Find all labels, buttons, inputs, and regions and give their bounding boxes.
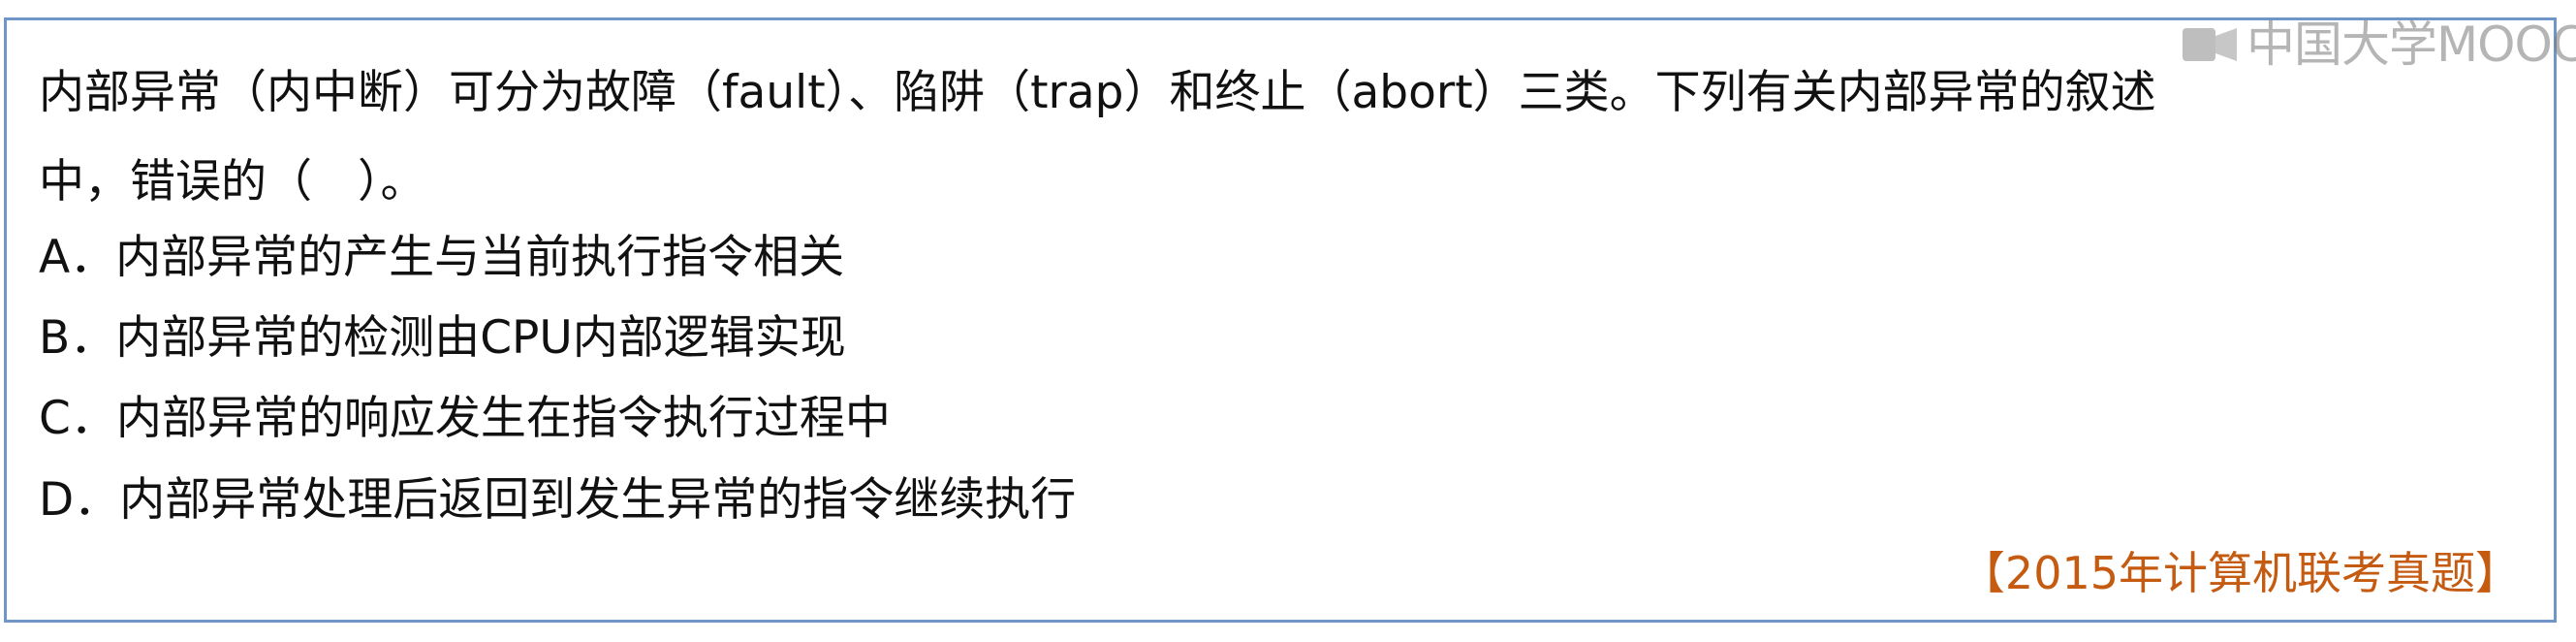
source-citation: 【2015年计算机联考真题】 [1960,547,2520,599]
stem-line-1: 内部异常（内中断）可分为故障（fault）、陷阱（trap）和终止（abort）… [39,66,2156,119]
option-b: B．内部异常的检测由CPU内部逻辑实现 [39,311,846,365]
option-d: D．内部异常处理后返回到发生异常的指令继续执行 [39,473,1077,527]
option-c: C．内部异常的响应发生在指令执行过程中 [39,392,891,445]
question-stem: 内部异常（内中断）可分为故障（fault）、陷阱（trap）和终止（abort）… [39,48,2520,227]
option-a: A．内部异常的产生与当前执行指令相关 [39,231,845,284]
stem-line-2: 中，错误的（ ）。 [39,155,426,209]
